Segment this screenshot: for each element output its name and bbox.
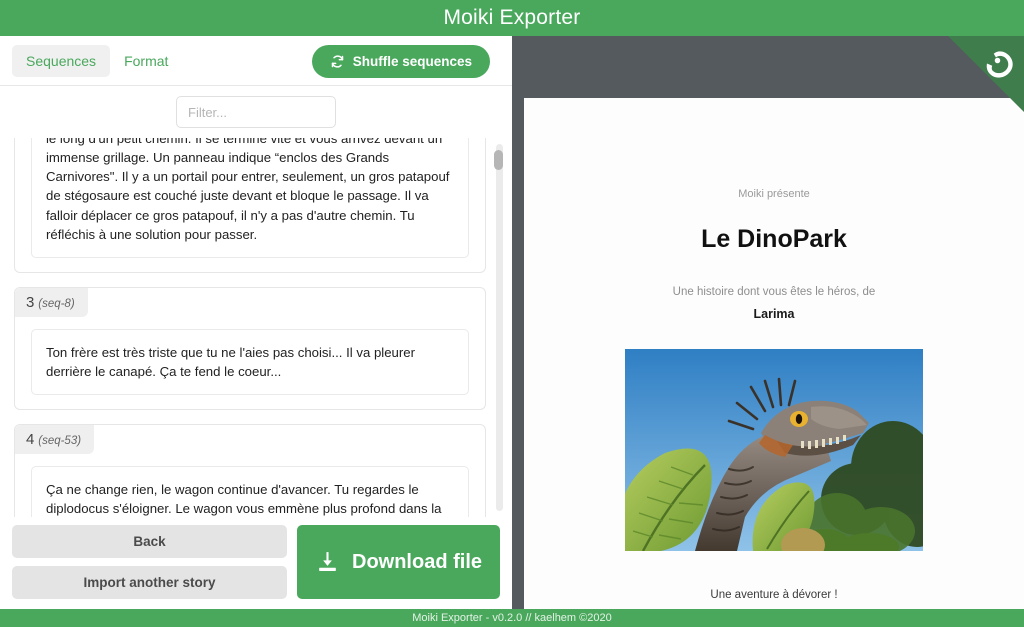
sequence-id: (seq-8) [38, 297, 75, 310]
download-icon [315, 550, 340, 575]
shuffle-sequences-button[interactable]: Shuffle sequences [311, 45, 490, 78]
download-file-button[interactable]: Download file [297, 525, 500, 599]
sequence-card[interactable]: 4 (seq-53) Ça ne change rien, le wagon c… [14, 424, 486, 517]
action-bar: Back Import another story Download file [0, 517, 512, 609]
filter-row [0, 86, 512, 138]
preview-caption: Une aventure à dévorer ! [710, 589, 838, 601]
scrollbar-track[interactable] [496, 144, 503, 511]
app-header: Moiki Exporter [0, 0, 1024, 36]
preview-title: Le DinoPark [701, 225, 847, 253]
filter-input[interactable] [176, 96, 336, 128]
left-pane: Sequences Format Shuffle sequences Filte… [0, 36, 512, 609]
sequence-number: 3 [26, 293, 35, 311]
sequence-badge: 3 (seq-8) [15, 287, 88, 317]
tab-format[interactable]: Format [110, 45, 182, 77]
sequence-number: 4 [26, 431, 35, 449]
import-another-story-button[interactable]: Import another story [12, 566, 287, 599]
app-root: Moiki Exporter Sequences Format Shuffle … [0, 0, 1024, 627]
preview-pane: Moiki présente Le DinoPark Une histoire … [512, 36, 1024, 609]
dinosaur-cover-image [625, 349, 923, 551]
tab-bar: Sequences Format Shuffle sequences [0, 36, 512, 86]
scrollbar-thumb[interactable] [494, 150, 503, 170]
back-button[interactable]: Back [12, 525, 287, 558]
shuffle-button-label: Shuffle sequences [352, 54, 472, 69]
sequence-list: le long d'un petit chemin. Il se termine… [0, 138, 512, 517]
sequence-text: Ton frère est très triste que tu ne l'ai… [31, 328, 469, 396]
preview-presents: Moiki présente [738, 188, 810, 200]
sequence-card[interactable]: le long d'un petit chemin. Il se termine… [14, 138, 486, 273]
sequence-card[interactable]: 3 (seq-8) Ton frère est très triste que … [14, 286, 486, 411]
sequence-list-inner: le long d'un petit chemin. Il se termine… [14, 138, 486, 517]
tab-sequences[interactable]: Sequences [12, 44, 111, 77]
preview-author: Larima [753, 307, 795, 321]
corner-ribbon[interactable] [948, 36, 1024, 112]
sequence-text: le long d'un petit chemin. Il se termine… [31, 138, 469, 258]
sequence-text: Ça ne change rien, le wagon continue d'a… [31, 466, 469, 517]
secondary-actions: Back Import another story [12, 525, 287, 599]
app-title: Moiki Exporter [443, 6, 581, 29]
footer-text: Moiki Exporter - v0.2.0 // kaelhem ©2020 [412, 612, 612, 624]
preview-page: Moiki présente Le DinoPark Une histoire … [524, 98, 1024, 609]
sequence-badge: 4 (seq-53) [15, 425, 95, 455]
preview-subtitle: Une histoire dont vous êtes le héros, de [672, 286, 876, 298]
app-footer: Moiki Exporter - v0.2.0 // kaelhem ©2020 [0, 609, 1024, 627]
shuffle-icon [330, 54, 345, 69]
sequence-id: (seq-53) [38, 435, 82, 448]
download-button-label: Download file [352, 550, 482, 573]
